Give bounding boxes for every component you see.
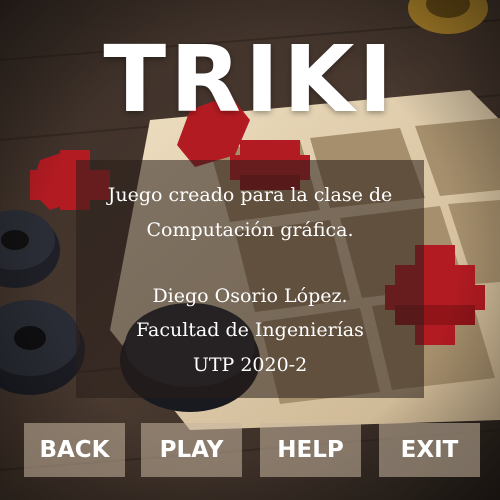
info-line-author: Diego Osorio López. — [152, 285, 348, 307]
game-title: TRIKI — [103, 26, 397, 133]
info-line-subject: Computación gráfica. — [146, 219, 354, 241]
info-panel: Juego creado para la clase de Computació… — [76, 160, 424, 398]
help-button[interactable]: HELP — [260, 423, 361, 477]
play-button[interactable]: PLAY — [141, 423, 242, 477]
back-button[interactable]: BACK — [24, 423, 125, 477]
info-line-faculty: Facultad de Ingenierías — [136, 319, 364, 341]
info-line-university: UTP 2020-2 — [192, 354, 308, 376]
info-line-course: Juego creado para la clase de — [107, 184, 393, 206]
exit-button[interactable]: EXIT — [379, 423, 480, 477]
